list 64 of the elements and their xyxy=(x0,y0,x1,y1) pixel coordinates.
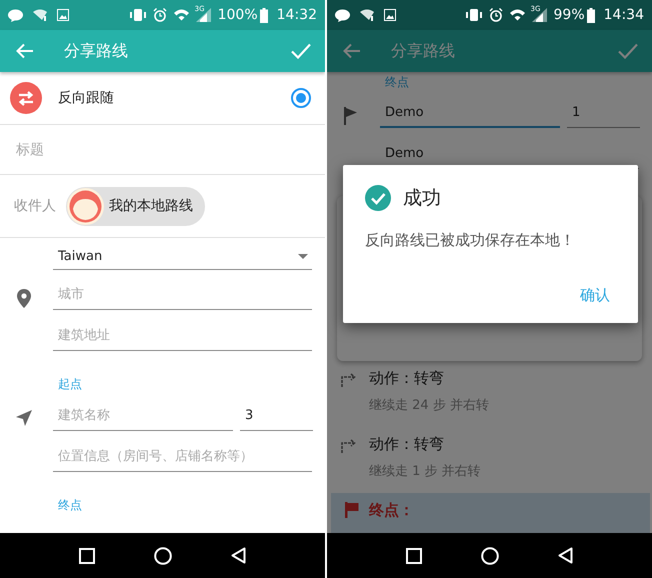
title-field[interactable]: 标题 xyxy=(14,140,311,158)
turn-right-icon xyxy=(341,439,357,453)
section-label: 起点 xyxy=(58,376,82,393)
alarm-icon xyxy=(152,8,167,22)
recipient-chip[interactable]: 我的本地路线 xyxy=(66,186,205,226)
input-field[interactable]: 建筑地址 xyxy=(53,321,312,351)
step-detail: 继续走 24 步 并右转 xyxy=(369,397,489,414)
home-icon[interactable] xyxy=(480,546,499,564)
dialog-message: 反向路线已被成功保存在本地！ xyxy=(365,231,576,250)
chat-bubble-icon xyxy=(335,8,350,22)
step-title: 动作：转弯 xyxy=(369,369,445,388)
wifi-icon xyxy=(174,9,189,21)
recipient-label: 收件人 xyxy=(14,197,56,215)
turn-right-icon xyxy=(341,373,357,387)
check-circle-icon xyxy=(365,185,391,211)
battery-icon xyxy=(260,8,268,22)
section-label: 终点 xyxy=(58,497,82,514)
input-field[interactable]: 位置信息（房间号、店铺名称等） xyxy=(53,442,312,472)
check-icon[interactable] xyxy=(291,43,311,59)
navigation-arrow-icon xyxy=(16,410,32,426)
alarm-icon xyxy=(488,8,503,22)
flag-icon xyxy=(344,107,358,125)
screen-title: 分享路线 xyxy=(64,40,128,62)
input-field[interactable]: Demo xyxy=(380,98,560,128)
step-detail: 继续走 1 步 并右转 xyxy=(369,463,481,480)
vibrate-icon xyxy=(130,8,146,22)
wifi-unknown-icon xyxy=(360,9,374,21)
check-icon[interactable] xyxy=(618,43,638,59)
country-dropdown[interactable]: Taiwan xyxy=(53,244,312,270)
recents-icon[interactable] xyxy=(406,548,422,564)
vibrate-icon xyxy=(466,8,482,22)
back-arrow-icon[interactable] xyxy=(16,43,34,59)
section-label: 终点 xyxy=(385,74,409,91)
battery-percent: 100% xyxy=(218,7,258,23)
endpoint-flag-icon xyxy=(345,502,359,518)
option-label: 反向跟随 xyxy=(58,89,114,107)
input-field[interactable]: 城市 xyxy=(53,280,312,310)
recents-icon[interactable] xyxy=(79,548,96,564)
image-icon xyxy=(57,9,69,21)
home-icon[interactable] xyxy=(154,546,172,564)
back-triangle-icon[interactable] xyxy=(230,547,246,564)
input-field[interactable]: 3 xyxy=(240,401,313,431)
wifi-unknown-icon xyxy=(33,9,47,21)
back-triangle-icon[interactable] xyxy=(558,547,573,564)
clock-time: 14:32 xyxy=(276,7,317,23)
clock-time: 14:34 xyxy=(604,7,644,23)
wifi-icon xyxy=(510,9,525,21)
battery-percent: 99% xyxy=(554,7,585,23)
endpoint-row[interactable]: 终点： xyxy=(331,493,650,533)
endpoint-label: 终点： xyxy=(369,500,414,520)
battery-icon xyxy=(586,8,595,22)
chat-bubble-icon xyxy=(8,8,23,22)
location-pin-icon xyxy=(16,289,30,308)
image-icon xyxy=(384,9,396,21)
input-field[interactable]: 建筑名称 xyxy=(53,401,233,431)
caret-icon xyxy=(298,254,308,259)
avatar-icon xyxy=(67,188,104,224)
swap-arrows-icon xyxy=(10,82,42,114)
dialog-title: 成功 xyxy=(403,186,441,211)
screen-title: 分享路线 xyxy=(391,40,455,62)
input-field[interactable]: 1 xyxy=(567,98,640,128)
step-title: 动作：转弯 xyxy=(369,435,445,454)
confirm-button[interactable]: 确认 xyxy=(572,280,618,311)
radio-button[interactable] xyxy=(291,88,311,108)
